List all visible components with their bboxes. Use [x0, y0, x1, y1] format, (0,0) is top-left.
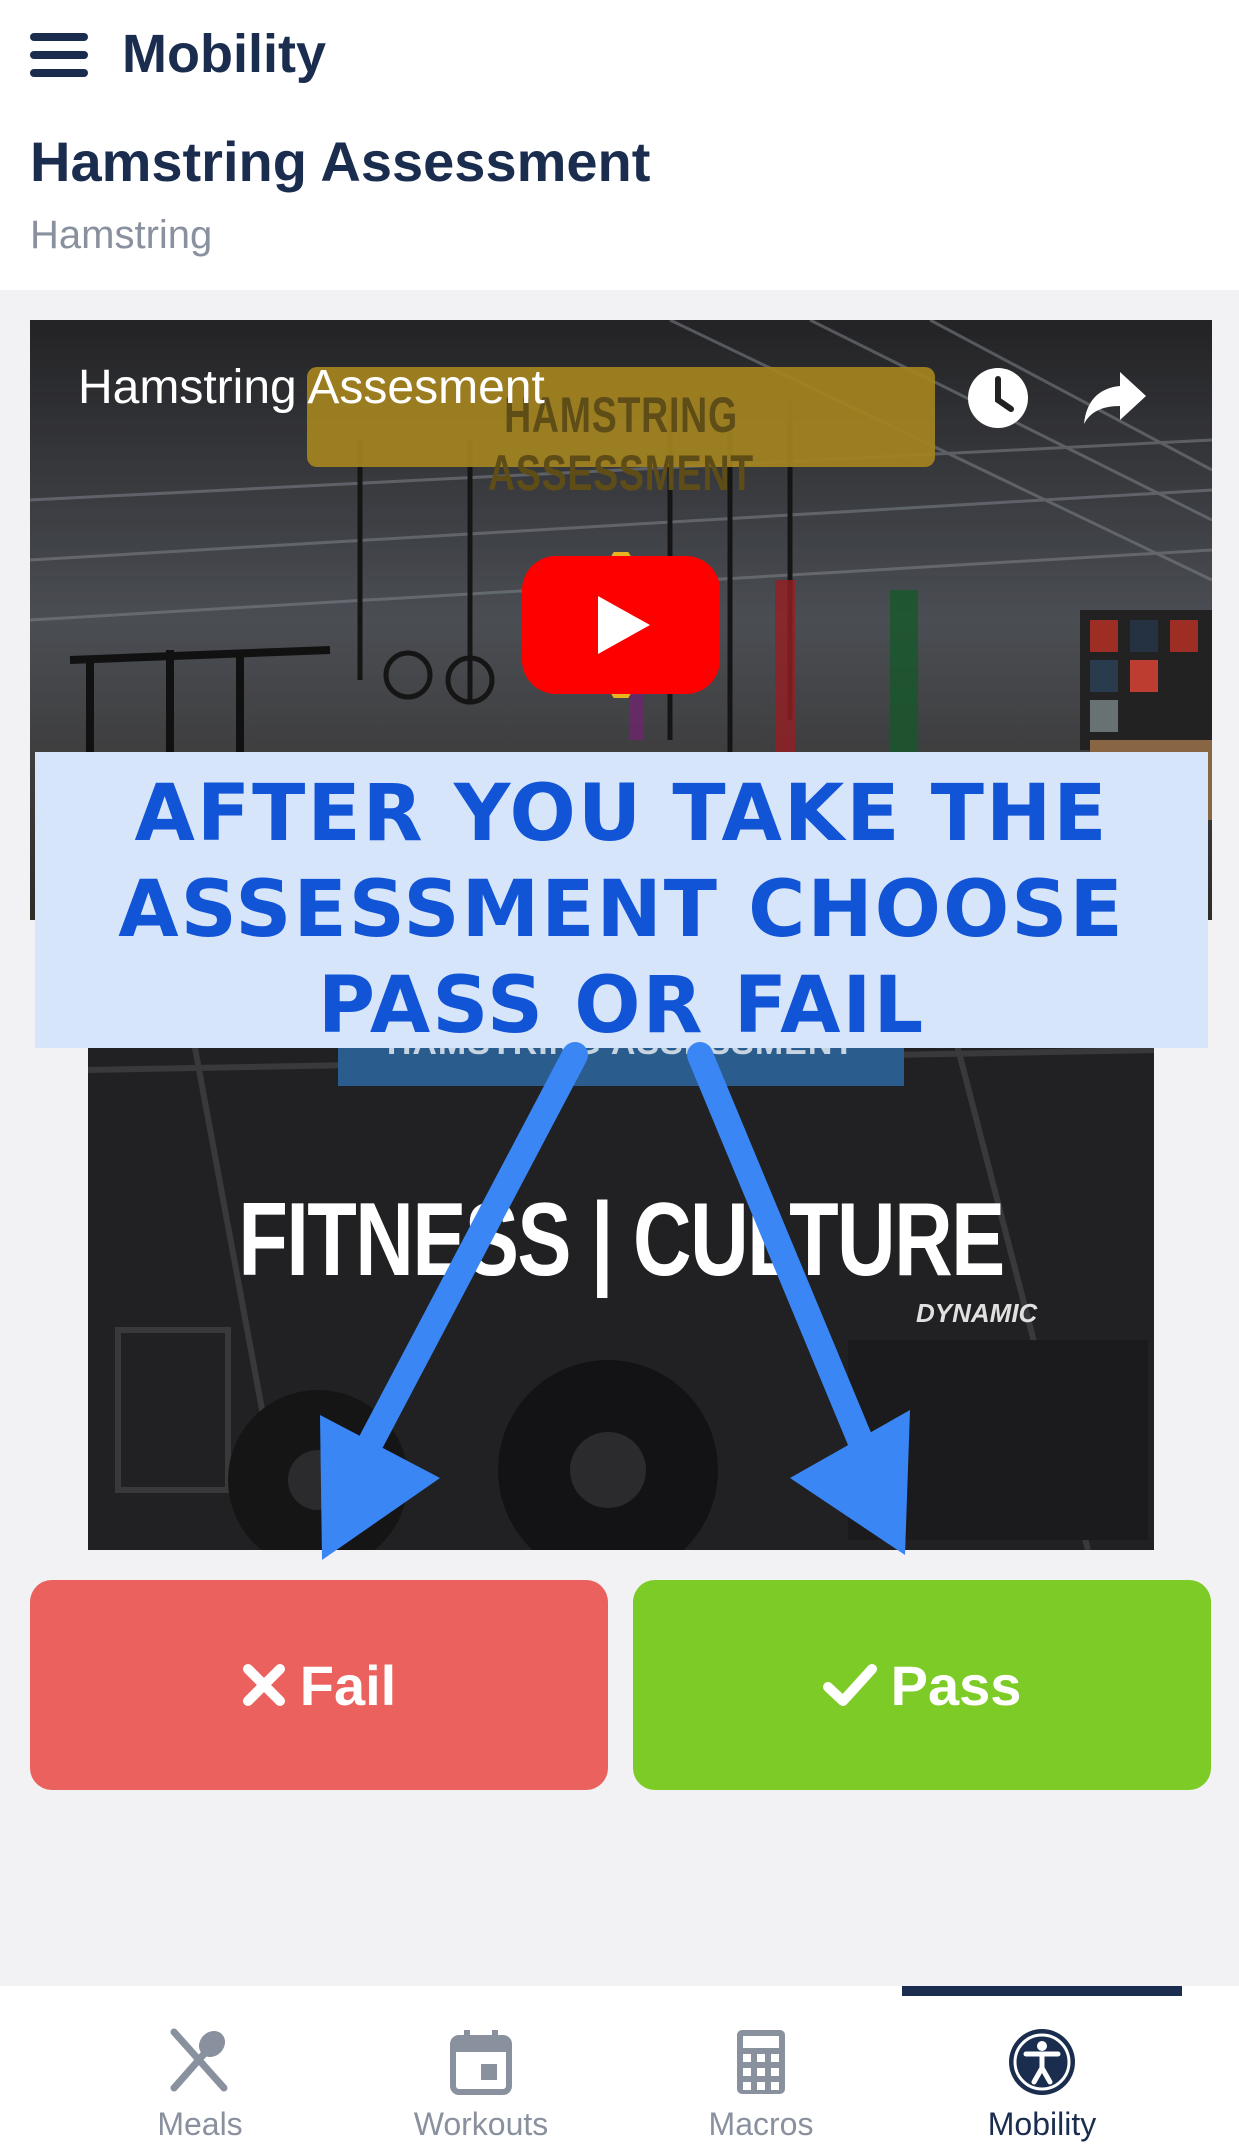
watch-later-clock-icon[interactable]	[965, 365, 1031, 431]
fitness-culture-logo: FITNESS | CULTURE	[238, 1182, 1005, 1298]
instruction-text: After you take the assessment choose pas…	[118, 769, 1125, 1051]
youtube-play-button-icon[interactable]	[518, 540, 724, 710]
x-mark-icon	[242, 1664, 285, 1706]
hamburger-menu-icon[interactable]	[30, 33, 88, 77]
pass-label: Pass	[890, 1653, 1022, 1717]
meals-fork-spoon-icon	[170, 2028, 228, 2092]
tab-label: Macros	[708, 2106, 814, 2142]
calendar-icon	[450, 2030, 512, 2095]
app-title: Mobility	[122, 24, 326, 84]
page-title: Hamstring Assessment	[30, 130, 651, 193]
video-title: Hamstring Assesment	[78, 361, 545, 414]
instruction-callout: After you take the assessment choose pas…	[35, 752, 1208, 1051]
tab-label: Mobility	[987, 2106, 1097, 2142]
tab-label: Workouts	[413, 2106, 549, 2142]
bottom-tab-bar: Meals Workouts Macros Mobility	[0, 1986, 1239, 2146]
tab-workouts[interactable]: Workouts	[341, 1986, 621, 2146]
video-player-fitness-culture[interactable]: HAMSTRING ASSESSMENT FITNESS | CULTURE D…	[88, 1010, 1154, 1550]
tab-mobility[interactable]: Mobility	[902, 1986, 1182, 2146]
checkmark-icon	[822, 1664, 877, 1706]
fail-label: Fail	[299, 1653, 397, 1717]
accessibility-icon	[1009, 2029, 1075, 2095]
tab-macros[interactable]: Macros	[621, 1986, 901, 2146]
pass-button[interactable]: Pass	[633, 1580, 1211, 1790]
calculator-icon	[737, 2030, 785, 2094]
tab-label: Meals	[157, 2106, 243, 2142]
share-arrow-icon[interactable]	[1082, 370, 1148, 426]
tab-meals[interactable]: Meals	[60, 1986, 340, 2146]
app-header: Mobility Hamstring Assessment Hamstring	[0, 0, 1239, 290]
fail-button[interactable]: Fail	[30, 1580, 608, 1790]
equipment-brand-label: DYNAMIC	[916, 1298, 1038, 1328]
page-subtitle: Hamstring	[30, 213, 213, 257]
